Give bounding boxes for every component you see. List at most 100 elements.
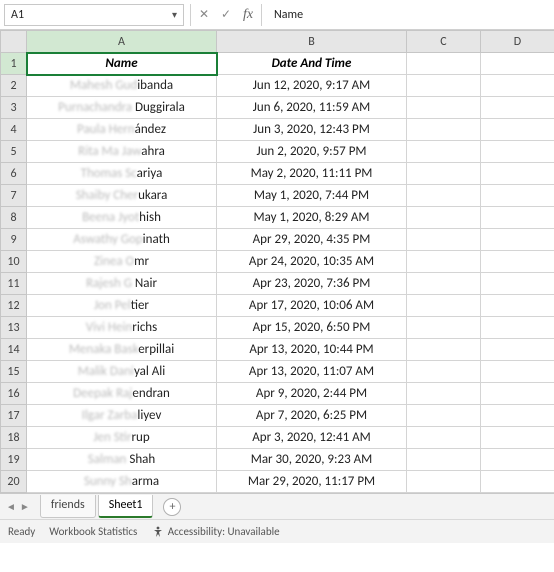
cell-B3[interactable]: Jun 6, 2020, 11:59 AM [217, 97, 407, 119]
tab-next-icon[interactable]: ► [20, 500, 30, 513]
cell-D11[interactable] [481, 273, 554, 295]
cell-B17[interactable]: Apr 7, 2020, 6:25 PM [217, 405, 407, 427]
cell-A3[interactable]: Purnachandra Duggirala [27, 97, 217, 119]
cell-A2[interactable]: Mahesh Gudibanda [27, 75, 217, 97]
cell-A8[interactable]: Beena Jyothish [27, 207, 217, 229]
cell-A19[interactable]: Salman Shah [27, 449, 217, 471]
cell-C2[interactable] [407, 75, 481, 97]
cell-A20[interactable]: Sunny Sharma [27, 471, 217, 493]
chevron-down-icon[interactable]: ▾ [172, 8, 177, 21]
enter-icon[interactable]: ✓ [219, 7, 233, 22]
cell-A14[interactable]: Menaka Baskerpillai [27, 339, 217, 361]
cell-B8[interactable]: May 1, 2020, 8:29 AM [217, 207, 407, 229]
cell-D6[interactable] [481, 163, 554, 185]
formula-input[interactable]: Name [268, 4, 550, 26]
cell-B12[interactable]: Apr 17, 2020, 10:06 AM [217, 295, 407, 317]
cell-D18[interactable] [481, 427, 554, 449]
sheet-tab-sheet1[interactable]: Sheet1 [98, 495, 154, 518]
row-header-15[interactable]: 15 [1, 361, 27, 383]
row-header-5[interactable]: 5 [1, 141, 27, 163]
row-header-3[interactable]: 3 [1, 97, 27, 119]
cell-A16[interactable]: Deepak Rajendran [27, 383, 217, 405]
row-header-9[interactable]: 9 [1, 229, 27, 251]
select-all-corner[interactable] [1, 31, 27, 53]
cell-D1[interactable] [481, 53, 554, 75]
cell-C12[interactable] [407, 295, 481, 317]
name-box[interactable]: A1 ▾ [4, 4, 184, 26]
cell-D13[interactable] [481, 317, 554, 339]
cell-C18[interactable] [407, 427, 481, 449]
cell-B15[interactable]: Apr 13, 2020, 11:07 AM [217, 361, 407, 383]
row-header-6[interactable]: 6 [1, 163, 27, 185]
cell-B9[interactable]: Apr 29, 2020, 4:35 PM [217, 229, 407, 251]
cell-C1[interactable] [407, 53, 481, 75]
cell-B6[interactable]: May 2, 2020, 11:11 PM [217, 163, 407, 185]
row-header-12[interactable]: 12 [1, 295, 27, 317]
row-header-11[interactable]: 11 [1, 273, 27, 295]
cell-B1[interactable]: Date And Time [217, 53, 407, 75]
cell-C20[interactable] [407, 471, 481, 493]
cell-A12[interactable]: Jon Peltier [27, 295, 217, 317]
cell-B10[interactable]: Apr 24, 2020, 10:35 AM [217, 251, 407, 273]
cell-C19[interactable] [407, 449, 481, 471]
cell-B11[interactable]: Apr 23, 2020, 7:36 PM [217, 273, 407, 295]
cell-D8[interactable] [481, 207, 554, 229]
cell-D5[interactable] [481, 141, 554, 163]
cell-B19[interactable]: Mar 30, 2020, 9:23 AM [217, 449, 407, 471]
cell-C6[interactable] [407, 163, 481, 185]
row-header-13[interactable]: 13 [1, 317, 27, 339]
row-header-7[interactable]: 7 [1, 185, 27, 207]
cell-C14[interactable] [407, 339, 481, 361]
row-header-14[interactable]: 14 [1, 339, 27, 361]
tab-prev-icon[interactable]: ◄ [6, 500, 16, 513]
cell-B4[interactable]: Jun 3, 2020, 12:43 PM [217, 119, 407, 141]
cell-C4[interactable] [407, 119, 481, 141]
cell-C13[interactable] [407, 317, 481, 339]
cell-D7[interactable] [481, 185, 554, 207]
cell-A4[interactable]: Paula Hernández [27, 119, 217, 141]
row-header-17[interactable]: 17 [1, 405, 27, 427]
cell-B13[interactable]: Apr 15, 2020, 6:50 PM [217, 317, 407, 339]
col-header-C[interactable]: C [407, 31, 481, 53]
row-header-1[interactable]: 1 [1, 53, 27, 75]
cell-C8[interactable] [407, 207, 481, 229]
col-header-B[interactable]: B [217, 31, 407, 53]
cell-A10[interactable]: Zinea Omr [27, 251, 217, 273]
accessibility-status[interactable]: Accessibility: Unavailable [151, 525, 279, 539]
row-header-2[interactable]: 2 [1, 75, 27, 97]
spreadsheet-grid[interactable]: A B C D 1NameDate And Time2Mahesh Gudiba… [0, 30, 554, 493]
cell-D3[interactable] [481, 97, 554, 119]
cell-D14[interactable] [481, 339, 554, 361]
cell-A6[interactable]: Thomas Scariya [27, 163, 217, 185]
cell-D17[interactable] [481, 405, 554, 427]
row-header-20[interactable]: 20 [1, 471, 27, 493]
cell-B5[interactable]: Jun 2, 2020, 9:57 PM [217, 141, 407, 163]
sheet-tab-friends[interactable]: friends [40, 495, 96, 518]
cell-D9[interactable] [481, 229, 554, 251]
cell-C11[interactable] [407, 273, 481, 295]
cell-C15[interactable] [407, 361, 481, 383]
cell-A17[interactable]: Ilgar Zarbaliyev [27, 405, 217, 427]
row-header-4[interactable]: 4 [1, 119, 27, 141]
cell-A13[interactable]: Vivi Heinrichs [27, 317, 217, 339]
cell-B2[interactable]: Jun 12, 2020, 9:17 AM [217, 75, 407, 97]
workbook-statistics-button[interactable]: Workbook Statistics [49, 525, 137, 538]
cell-A11[interactable]: Rajesh G Nair [27, 273, 217, 295]
cell-B7[interactable]: May 1, 2020, 7:44 PM [217, 185, 407, 207]
cell-D19[interactable] [481, 449, 554, 471]
cell-A7[interactable]: Shaiby Cherukara [27, 185, 217, 207]
cell-D15[interactable] [481, 361, 554, 383]
cell-C9[interactable] [407, 229, 481, 251]
cell-A18[interactable]: Jen Stirrup [27, 427, 217, 449]
col-header-A[interactable]: A [27, 31, 217, 53]
cell-B18[interactable]: Apr 3, 2020, 12:41 AM [217, 427, 407, 449]
cell-D10[interactable] [481, 251, 554, 273]
row-header-18[interactable]: 18 [1, 427, 27, 449]
row-header-19[interactable]: 19 [1, 449, 27, 471]
cell-C10[interactable] [407, 251, 481, 273]
cell-C16[interactable] [407, 383, 481, 405]
row-header-10[interactable]: 10 [1, 251, 27, 273]
fx-icon[interactable]: fx [241, 7, 255, 23]
cell-C5[interactable] [407, 141, 481, 163]
cell-D12[interactable] [481, 295, 554, 317]
